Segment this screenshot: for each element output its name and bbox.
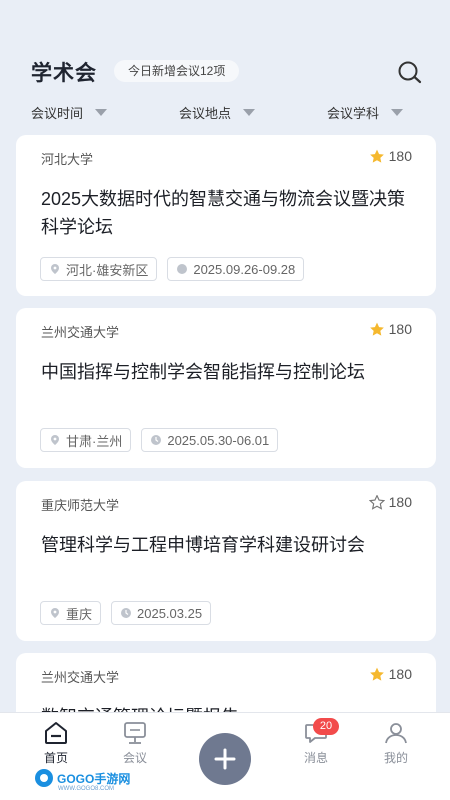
meeting-card[interactable]: 重庆师范大学 180 管理科学与工程申博培育学科建设研讨会 重庆 2025.03… [16, 481, 436, 641]
date-text: 2025.05.30-06.01 [167, 432, 270, 448]
nav-messages-label: 消息 [303, 751, 328, 765]
location-icon [51, 608, 59, 618]
plus-icon [214, 748, 236, 770]
card-university: 河北大学 [41, 152, 94, 167]
favorite-count: 180 [388, 494, 412, 510]
user-icon [385, 723, 407, 744]
clock-icon [177, 264, 188, 274]
favorite-button[interactable]: 180 [368, 494, 412, 510]
nav-meeting[interactable]: 会议 [105, 721, 165, 766]
card-university: 兰州交通大学 [41, 670, 120, 685]
location-text: 甘肃·兰州 [66, 433, 123, 449]
search-icon [398, 61, 422, 84]
clock-icon [121, 608, 132, 618]
add-button[interactable] [199, 733, 251, 785]
location-tag: 重庆 [40, 601, 102, 625]
messages-count-badge: 20 [313, 718, 339, 735]
filter-subject[interactable]: 会议学科 [327, 100, 404, 124]
card-university: 兰州交通大学 [41, 325, 120, 340]
star-outline-icon [368, 494, 385, 510]
location-tag: 河北·雄安新区 [40, 257, 158, 281]
meeting-card[interactable]: 河北大学 180 2025大数据时代的智慧交通与物流会议暨决策科学论坛 河北·雄… [16, 135, 436, 296]
favorite-button[interactable]: 180 [369, 148, 412, 164]
chevron-down-icon [243, 108, 256, 116]
date-tag: 2025.09.26-09.28 [167, 257, 305, 281]
nav-mine-label: 我的 [383, 751, 408, 765]
card-tags: 甘肃·兰州 2025.05.30-06.01 [40, 428, 279, 452]
card-title: 2025大数据时代的智慧交通与物流会议暨决策科学论坛 [41, 189, 406, 237]
location-text: 河北·雄安新区 [66, 262, 149, 278]
date-text: 2025.09.26-09.28 [193, 261, 296, 277]
location-icon [51, 264, 59, 274]
star-filled-icon [369, 322, 384, 336]
location-text: 重庆 [66, 606, 93, 622]
nav-home-label: 首页 [43, 751, 68, 765]
clock-icon [151, 435, 162, 445]
filter-location[interactable]: 会议地点 [179, 100, 256, 124]
nav-meeting-label: 会议 [122, 751, 147, 765]
date-tag: 2025.05.30-06.01 [141, 428, 279, 452]
date-tag: 2025.03.25 [111, 601, 212, 625]
favorite-count: 180 [388, 148, 412, 164]
favorite-count: 180 [388, 321, 412, 337]
favorite-count: 180 [388, 666, 412, 682]
filter-bar: 会议时间 会议地点 会议学科 [0, 100, 450, 124]
gamepad-logo-icon [35, 769, 53, 787]
location-icon [51, 435, 59, 445]
nav-mine[interactable]: 我的 [366, 721, 426, 766]
star-filled-icon [369, 149, 384, 163]
chevron-down-icon [391, 108, 404, 116]
watermark-logo: GOGO手游网 WWW.GOGO8.COM [34, 768, 131, 792]
meeting-card[interactable]: 兰州交通大学 180 中国指挥与控制学会智能指挥与控制论坛 甘肃·兰州 2025… [16, 308, 436, 468]
card-university: 重庆师范大学 [41, 498, 120, 513]
filter-location-label: 会议地点 [179, 105, 232, 121]
location-tag: 甘肃·兰州 [40, 428, 132, 452]
favorite-button[interactable]: 180 [369, 666, 412, 682]
search-button[interactable] [396, 60, 424, 86]
favorite-button[interactable]: 180 [369, 321, 412, 337]
star-filled-icon [369, 667, 384, 681]
filter-subject-label: 会议学科 [327, 105, 380, 121]
card-tags: 河北·雄安新区 2025.09.26-09.28 [40, 257, 305, 281]
chevron-down-icon [95, 108, 108, 116]
watermark-brand: GOGO手游网 [57, 771, 131, 786]
watermark-url: WWW.GOGO8.COM [58, 786, 114, 792]
page-title: 学术会 [31, 62, 97, 85]
date-text: 2025.03.25 [137, 605, 203, 621]
new-meetings-badge: 今日新增会议12项 [114, 60, 240, 82]
nav-home[interactable]: 首页 [26, 721, 86, 766]
filter-time-label: 会议时间 [31, 105, 84, 121]
card-title: 管理科学与工程申博培育学科建设研讨会 [41, 535, 365, 555]
monitor-icon [124, 722, 146, 744]
home-icon [45, 722, 67, 744]
header: 学术会 今日新增会议12项 会议时间 会议地点 会议学科 [0, 0, 450, 135]
filter-time[interactable]: 会议时间 [31, 100, 108, 124]
card-title: 中国指挥与控制学会智能指挥与控制论坛 [41, 362, 365, 382]
card-tags: 重庆 2025.03.25 [40, 601, 212, 625]
